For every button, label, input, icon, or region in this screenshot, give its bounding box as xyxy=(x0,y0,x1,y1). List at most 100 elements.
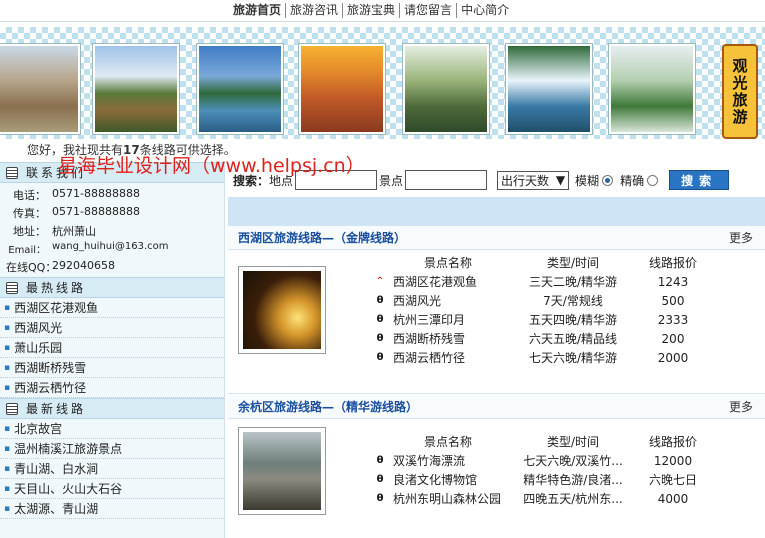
route-block-xihu: 西湖区旅游线路—（金牌线路） 更多 景点名称 类型/时间 线路报价 ⌃ 西湖区花港… xyxy=(228,226,765,393)
banner xyxy=(0,27,765,139)
latest-header: 最新线路 xyxy=(0,398,224,419)
route-name[interactable]: 西湖断桥残雪 xyxy=(393,330,465,347)
contact-value: 292040658 xyxy=(52,259,115,272)
route-thumbnail[interactable] xyxy=(238,427,326,515)
block-title[interactable]: 西湖区旅游线路—（金牌线路） xyxy=(238,229,406,246)
table-row: θ 西湖风光 7天/常规线 500 xyxy=(373,291,753,310)
contact-key: 在线QQ： xyxy=(6,261,57,274)
route-price: 500 xyxy=(661,293,685,308)
table-row: θ 杭州三潭印月 五天四晚/精华游 2333 xyxy=(373,310,753,329)
list-icon xyxy=(6,166,18,179)
nav-guide[interactable]: 旅游宝典 xyxy=(342,3,399,18)
hot-item[interactable]: 西湖断桥残雪 xyxy=(0,358,224,378)
block-title[interactable]: 余杭区旅游线路—（精华游线路） xyxy=(238,398,418,415)
more-link[interactable]: 更多 xyxy=(729,229,753,246)
spot-input[interactable] xyxy=(405,170,488,190)
sidebar: 联系我们 电话： 0571-88888888 传真： 0571-88888888 地… xyxy=(0,162,225,538)
route-name[interactable]: 西湖风光 xyxy=(393,292,441,309)
nav-message[interactable]: 请您留言 xyxy=(399,3,456,18)
header-price: 线路报价 xyxy=(648,256,697,270)
results-header-bar xyxy=(228,197,765,226)
contact-row: 在线QQ： 292040658 xyxy=(6,259,224,277)
route-icon: θ xyxy=(376,333,384,344)
route-type: 7天/常规线 xyxy=(543,294,603,308)
route-block-yuhang: 余杭区旅游线路—（精华游线路） 更多 景点名称 类型/时间 线路报价 θ 双溪竹海… xyxy=(228,395,765,538)
hot-icon: ⌃ xyxy=(375,276,385,287)
exact-radio[interactable] xyxy=(647,174,659,186)
block-header: 西湖区旅游线路—（金牌线路） 更多 xyxy=(228,226,765,250)
contact-key: 传真： xyxy=(13,207,46,220)
contact-value: wang_huihui@163.com xyxy=(52,241,169,252)
nav-news[interactable]: 旅游咨讯 xyxy=(285,3,342,18)
more-link[interactable]: 更多 xyxy=(729,398,753,415)
latest-title: 最新线路 xyxy=(26,402,87,416)
route-type: 五天四晚/精华游 xyxy=(528,313,618,327)
block-divider xyxy=(228,393,765,394)
hot-item[interactable]: 西湖区花港观鱼 xyxy=(0,298,224,318)
chevron-down-icon: ▼ xyxy=(555,173,566,187)
table-row: ⌃ 西湖区花港观鱼 三天二晚/精华游 1243 xyxy=(373,272,753,291)
table-header: 景点名称 类型/时间 线路报价 xyxy=(373,253,753,272)
days-select[interactable]: 出行天数 ▼ xyxy=(497,170,570,190)
contact-key: 电话： xyxy=(13,189,46,202)
hot-item[interactable]: 萧山乐园 xyxy=(0,338,224,358)
exact-label: 精确 xyxy=(620,173,645,188)
fuzzy-radio[interactable] xyxy=(602,174,614,186)
nav-home[interactable]: 旅游首页 xyxy=(229,3,285,18)
banner-photo-pine xyxy=(403,44,489,134)
header-type: 类型/时间 xyxy=(546,256,600,270)
block-header: 余杭区旅游线路—（精华游线路） 更多 xyxy=(228,395,765,419)
route-name[interactable]: 杭州三潭印月 xyxy=(393,311,465,328)
search-button[interactable]: 搜索 xyxy=(669,170,730,190)
route-icon: θ xyxy=(376,352,384,363)
latest-item[interactable]: 北京故宫 xyxy=(0,419,224,439)
contact-key: 地址： xyxy=(13,225,46,238)
banner-photo-lake xyxy=(197,44,283,134)
route-name[interactable]: 杭州东明山森林公园 xyxy=(393,490,501,507)
latest-item[interactable]: 温州楠溪江旅游景点 xyxy=(0,439,224,459)
banner-photo-pavilion xyxy=(93,44,179,134)
route-thumbnail[interactable] xyxy=(238,266,326,354)
route-price: 2000 xyxy=(657,350,689,365)
contact-info: 电话： 0571-88888888 传真： 0571-88888888 地址： 杭州萧… xyxy=(0,183,224,277)
hot-list: 西湖区花港观鱼 西湖风光 萧山乐园 西湖断桥残雪 西湖云栖竹径 xyxy=(0,298,224,398)
banner-photo-waterfall xyxy=(506,44,592,134)
latest-item[interactable]: 青山湖、白水涧 xyxy=(0,459,224,479)
route-type: 七天六晚/精华游 xyxy=(528,351,618,365)
table-row: θ 良渚文化博物馆 精华特色游/良渚... 六晚七日 xyxy=(373,470,753,489)
header-name: 景点名称 xyxy=(423,256,472,270)
hot-header: 最热线路 xyxy=(0,277,224,298)
hot-item[interactable]: 西湖风光 xyxy=(0,318,224,338)
route-type: 精华特色游/良渚... xyxy=(523,473,623,487)
christmas-tree-image xyxy=(243,271,321,349)
route-icon: θ xyxy=(376,455,384,466)
route-type: 七天六晚/双溪竹... xyxy=(523,454,623,468)
route-icon: θ xyxy=(376,474,384,485)
list-icon xyxy=(6,402,18,415)
route-name[interactable]: 良渚文化博物馆 xyxy=(393,471,477,488)
table-header: 景点名称 类型/时间 线路报价 xyxy=(373,432,753,451)
route-name[interactable]: 双溪竹海漂流 xyxy=(393,452,465,469)
latest-list: 北京故宫 温州楠溪江旅游景点 青山湖、白水涧 天目山、火山大石谷 太湖源、青山湖 xyxy=(0,419,224,519)
banner-photo-rocks xyxy=(299,44,385,134)
watermark: 星海毕业设计网（www.helpsj.cn） xyxy=(58,155,365,177)
latest-item[interactable]: 天目山、火山大石谷 xyxy=(0,479,224,499)
route-type: 四晚五天/杭州东... xyxy=(523,492,623,506)
table-row: θ 西湖断桥残雪 六天五晚/精品线 200 xyxy=(373,329,753,348)
route-name[interactable]: 西湖区花港观鱼 xyxy=(393,273,477,290)
contact-row: Email： wang_huihui@163.com xyxy=(6,241,224,259)
nav-items: 旅游首页 旅游咨讯 旅游宝典 请您留言 中心简介 xyxy=(229,3,513,18)
hot-item[interactable]: 西湖云栖竹径 xyxy=(0,378,224,398)
route-price: 1243 xyxy=(657,274,689,289)
route-name[interactable]: 西湖云栖竹径 xyxy=(393,349,465,366)
nav-about[interactable]: 中心简介 xyxy=(456,3,513,18)
latest-item[interactable]: 太湖源、青山湖 xyxy=(0,499,224,519)
header-price: 线路报价 xyxy=(648,435,697,449)
banner-slogan: 观光旅游 xyxy=(722,44,758,139)
header-type: 类型/时间 xyxy=(546,435,600,449)
fuzzy-label: 模糊 xyxy=(575,173,600,188)
top-navigation: 旅游首页 旅游咨讯 旅游宝典 请您留言 中心简介 xyxy=(0,0,765,22)
contact-row: 电话： 0571-88888888 xyxy=(6,187,224,205)
banner-photo-mountain xyxy=(609,44,695,134)
route-type: 六天五晚/精品线 xyxy=(528,332,618,346)
